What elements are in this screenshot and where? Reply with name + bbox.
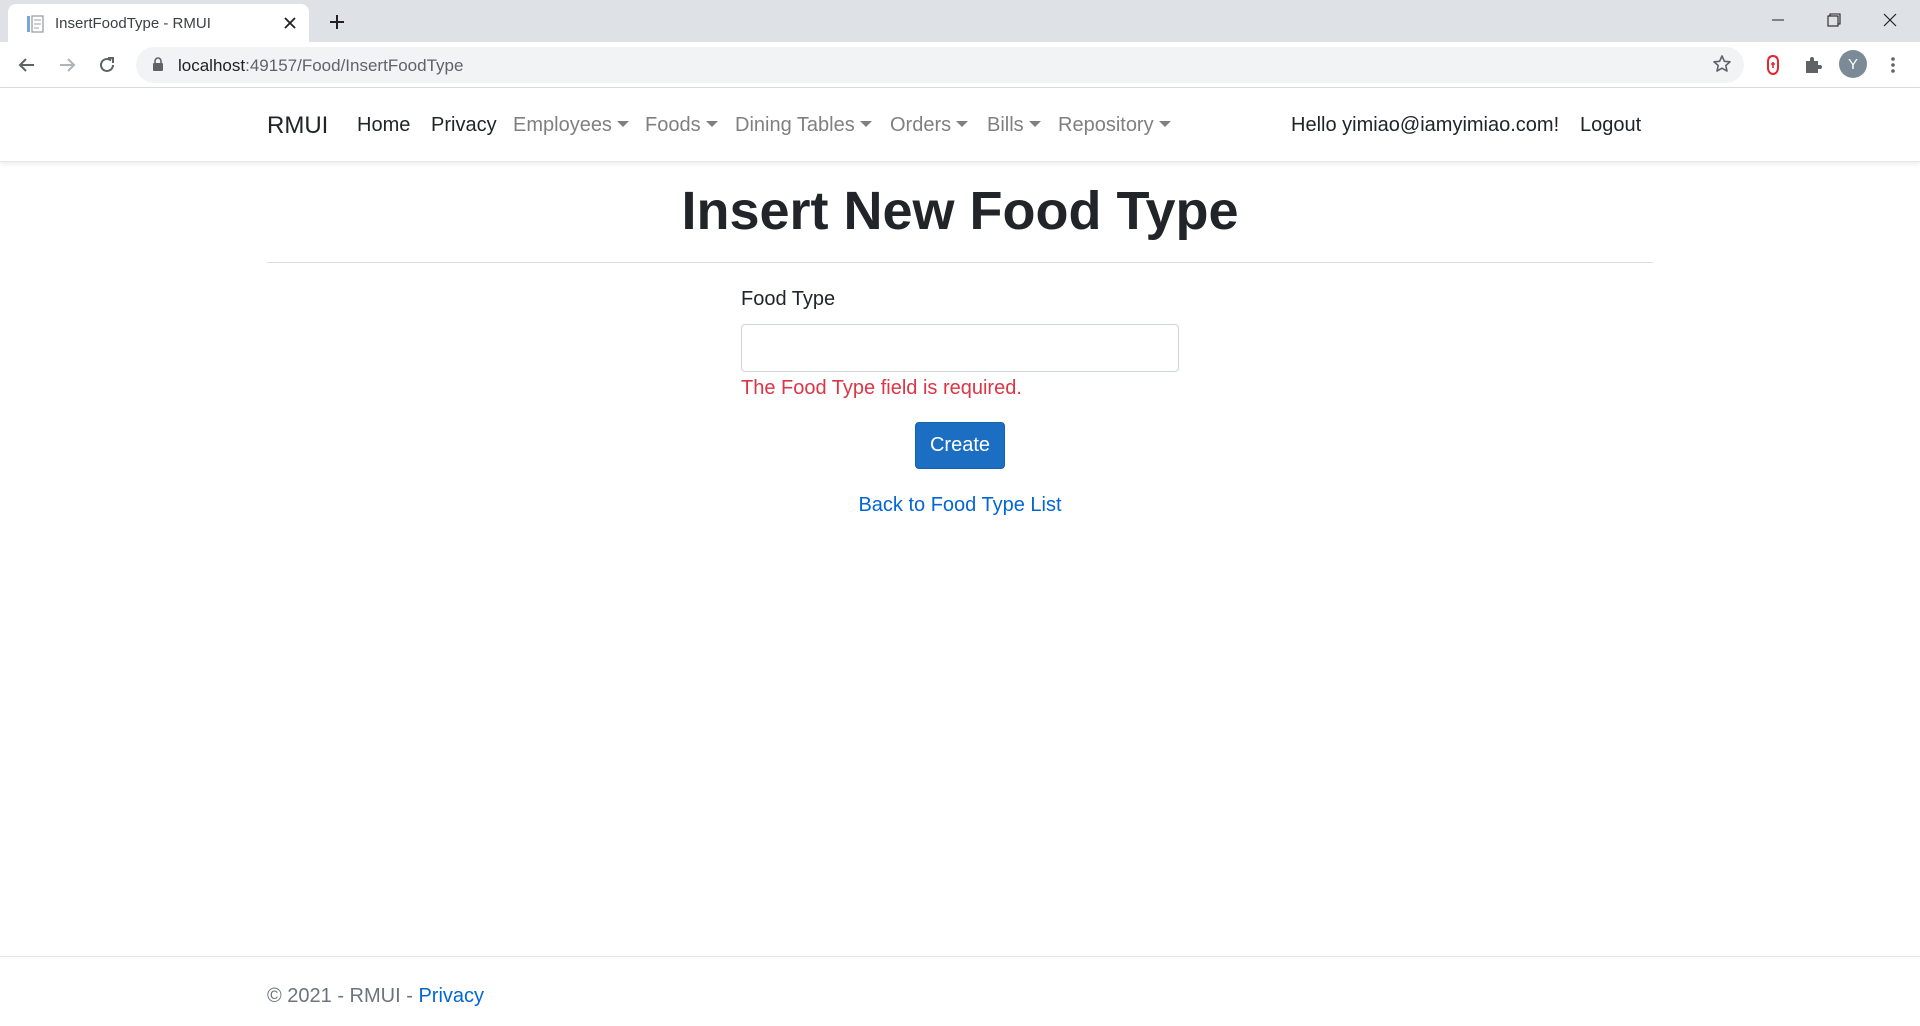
lock-icon[interactable]	[152, 57, 164, 77]
star-icon[interactable]	[1712, 54, 1732, 79]
nav-privacy[interactable]: Privacy	[431, 114, 497, 137]
nav-employees-dropdown[interactable]: Employees	[513, 114, 629, 137]
create-button[interactable]: Create	[915, 422, 1005, 469]
nav-orders-dropdown[interactable]: Orders	[890, 114, 969, 137]
validation-error: The Food Type field is required.	[741, 377, 1022, 399]
avatar[interactable]: Y	[1839, 50, 1867, 78]
back-to-list-link[interactable]: Back to Food Type List	[0, 494, 1920, 517]
restore-icon[interactable]	[1806, 0, 1862, 40]
browser-tabstrip: InsertFoodType - RMUI	[0, 0, 1920, 42]
food-type-label: Food Type	[741, 288, 836, 310]
divider	[267, 262, 1653, 263]
nav-foods-dropdown[interactable]: Foods	[645, 114, 718, 137]
caret-down-icon	[616, 121, 629, 127]
minimize-icon[interactable]	[1750, 0, 1806, 40]
caret-down-icon	[705, 121, 718, 127]
url-path: :49157/Food/InsertFoodType	[245, 56, 464, 75]
browser-toolbar: localhost:49157/Food/InsertFoodType Y	[0, 42, 1920, 88]
food-type-input[interactable]	[741, 324, 1179, 372]
puzzle-icon[interactable]	[1798, 50, 1828, 80]
plus-icon[interactable]	[325, 10, 349, 34]
more-vert-icon[interactable]	[1878, 50, 1908, 80]
user-greeting-link[interactable]: Hello yimiao@iamyimiao.com!	[1291, 114, 1559, 137]
logout-button[interactable]: Logout	[1580, 114, 1641, 137]
url-host: localhost	[178, 56, 246, 75]
caret-down-icon	[1158, 121, 1171, 127]
app-navbar: RMUI Home Privacy Employees Foods Dining…	[0, 88, 1920, 162]
nav-home[interactable]: Home	[357, 114, 410, 137]
footer: © 2021 - RMUI - Privacy	[267, 985, 484, 1008]
nav-bills-label: Bills	[987, 114, 1024, 136]
nav-foods-label: Foods	[645, 114, 701, 136]
nav-bills-dropdown[interactable]: Bills	[987, 114, 1041, 137]
window-close-icon[interactable]	[1862, 0, 1918, 40]
close-icon[interactable]	[280, 13, 300, 33]
footer-copyright: © 2021 - RMUI -	[267, 985, 419, 1007]
page-favicon-icon	[26, 15, 44, 33]
caret-down-icon	[859, 121, 872, 127]
reload-icon[interactable]	[92, 50, 122, 80]
nav-repository-dropdown[interactable]: Repository	[1058, 114, 1171, 137]
brand-link[interactable]: RMUI	[267, 112, 328, 140]
nav-employees-label: Employees	[513, 114, 612, 136]
footer-privacy-link[interactable]: Privacy	[418, 985, 484, 1007]
caret-down-icon	[1028, 121, 1041, 127]
nav-repository-label: Repository	[1058, 114, 1154, 136]
browser-tab-active[interactable]: InsertFoodType - RMUI	[8, 4, 309, 42]
nav-orders-label: Orders	[890, 114, 952, 136]
address-bar[interactable]: localhost:49157/Food/InsertFoodType	[136, 47, 1744, 83]
tab-title: InsertFoodType - RMUI	[55, 15, 211, 32]
caret-down-icon	[956, 121, 969, 127]
extension-red-icon[interactable]	[1758, 50, 1788, 80]
nav-dining-tables-label: Dining Tables	[735, 114, 855, 136]
nav-dining-tables-dropdown[interactable]: Dining Tables	[735, 114, 872, 137]
footer-divider	[0, 956, 1920, 957]
page-title: Insert New Food Type	[681, 181, 1239, 241]
back-to-list-label[interactable]: Back to Food Type List	[858, 494, 1061, 516]
back-arrow-icon[interactable]	[12, 50, 42, 80]
url-text: localhost:49157/Food/InsertFoodType	[178, 56, 463, 76]
forward-arrow-icon[interactable]	[52, 50, 82, 80]
